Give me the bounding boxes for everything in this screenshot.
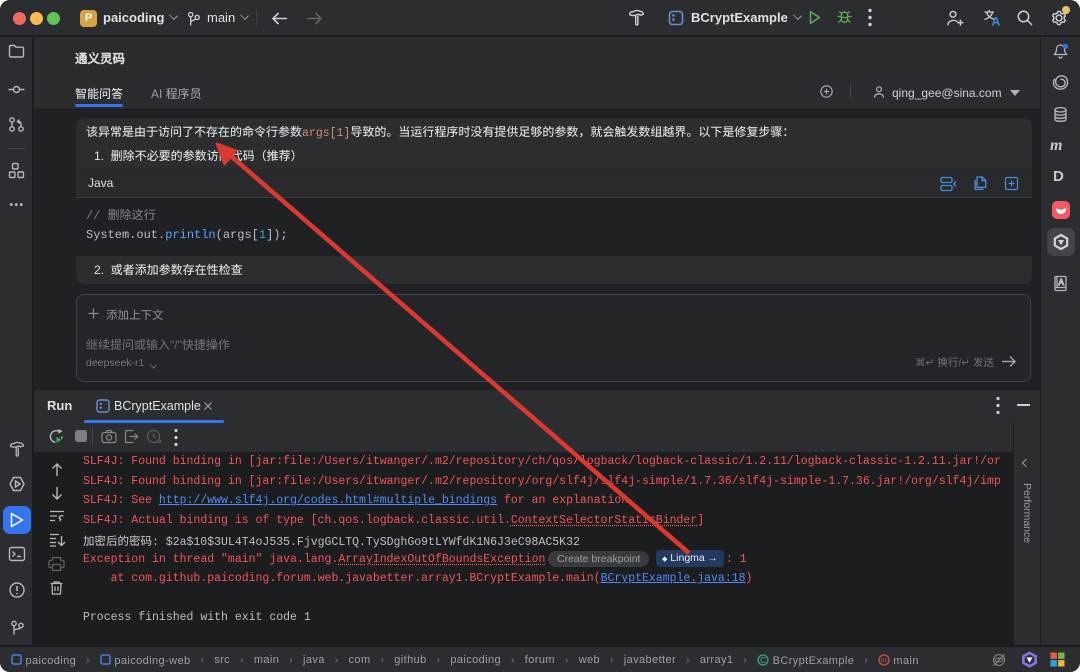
svg-text:m: m — [881, 655, 888, 664]
svg-text:A: A — [992, 15, 1001, 29]
svg-text:C: C — [760, 655, 766, 664]
svg-text:A: A — [1059, 278, 1065, 287]
